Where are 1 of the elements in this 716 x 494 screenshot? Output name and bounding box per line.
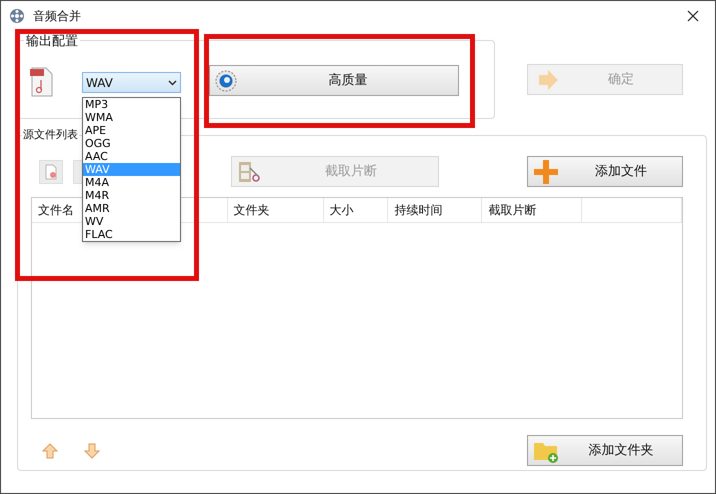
window-title: 音频合并 <box>33 8 81 25</box>
